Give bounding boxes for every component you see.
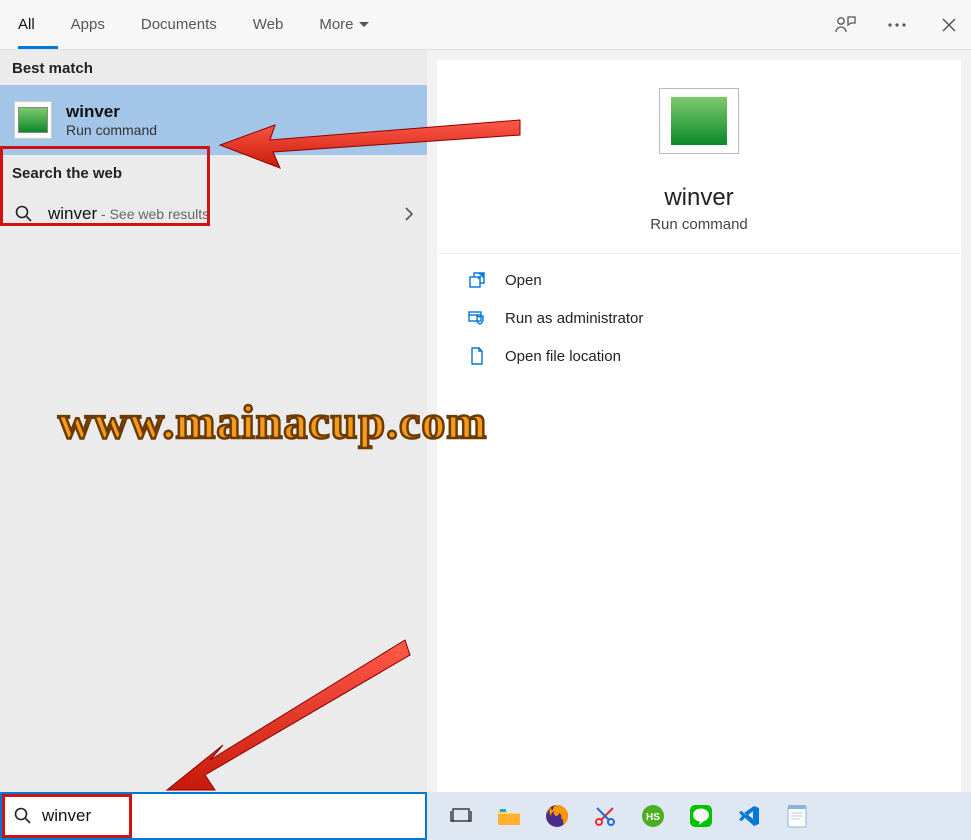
action-open-label: Open	[505, 272, 542, 289]
action-open[interactable]: Open	[467, 270, 931, 290]
preview-title: winver	[664, 184, 733, 212]
admin-shield-icon	[467, 308, 487, 328]
search-box[interactable]	[0, 792, 427, 840]
tab-more-label: More	[319, 16, 353, 33]
tab-more[interactable]: More	[301, 0, 386, 50]
task-view-icon[interactable]	[447, 802, 475, 830]
tab-all[interactable]: All	[0, 0, 53, 50]
result-subtitle: Run command	[66, 122, 157, 138]
open-icon	[467, 270, 487, 290]
web-result[interactable]: winver - See web results	[0, 190, 427, 238]
search-web-header: Search the web	[0, 155, 427, 190]
file-explorer-icon[interactable]	[495, 802, 523, 830]
best-match-result[interactable]: winver Run command	[0, 85, 427, 155]
preview-app-icon	[659, 88, 739, 154]
chevron-right-icon	[405, 207, 413, 221]
more-options-icon[interactable]	[885, 13, 909, 37]
tab-documents[interactable]: Documents	[123, 0, 235, 50]
web-result-suffix: - See web results	[97, 206, 209, 222]
action-run-admin-label: Run as administrator	[505, 310, 643, 327]
firefox-icon[interactable]	[543, 802, 571, 830]
search-input[interactable]	[42, 806, 413, 826]
action-run-admin[interactable]: Run as administrator	[467, 308, 931, 328]
preview-subtitle: Run command	[650, 216, 748, 233]
web-result-term: winver	[48, 204, 97, 223]
best-match-header: Best match	[0, 50, 427, 85]
search-icon	[14, 807, 32, 825]
hs-app-icon[interactable]: HS	[639, 802, 667, 830]
preview-panel: winver Run command Open Run as administr…	[437, 60, 961, 792]
search-icon	[14, 204, 34, 224]
notepad-icon[interactable]	[783, 802, 811, 830]
tab-web[interactable]: Web	[235, 0, 302, 50]
winver-app-icon	[14, 101, 52, 139]
snipping-tool-icon[interactable]	[591, 802, 619, 830]
feedback-icon[interactable]	[833, 13, 857, 37]
tab-apps[interactable]: Apps	[53, 0, 123, 50]
web-result-label: winver - See web results	[48, 204, 209, 224]
close-icon[interactable]	[937, 13, 961, 37]
taskbar: HS	[427, 792, 971, 840]
action-open-location-label: Open file location	[505, 348, 621, 365]
search-tabs: All Apps Documents Web More	[0, 0, 971, 50]
file-location-icon	[467, 346, 487, 366]
svg-text:HS: HS	[646, 812, 660, 823]
results-panel: Best match winver Run command Search the…	[0, 50, 427, 792]
line-app-icon[interactable]	[687, 802, 715, 830]
vscode-icon[interactable]	[735, 802, 763, 830]
action-open-location[interactable]: Open file location	[467, 346, 931, 366]
chevron-down-icon	[359, 22, 369, 28]
result-title: winver	[66, 102, 157, 122]
